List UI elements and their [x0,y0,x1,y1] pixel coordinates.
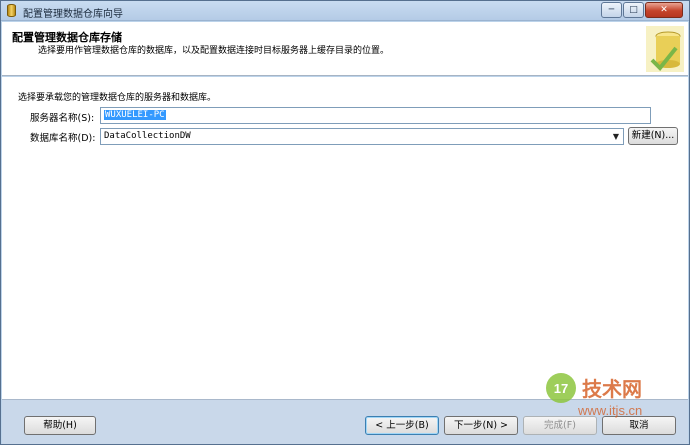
close-button[interactable]: ✕ [645,2,683,18]
title-bar[interactable]: 配置管理数据仓库向导 ─ □ ✕ [1,1,689,21]
chevron-down-icon[interactable]: ▼ [609,129,623,144]
instruction-text: 选择要承载您的管理数据仓库的服务器和数据库。 [18,93,217,103]
page-subtitle: 选择要用作管理数据仓库的数据库，以及配置数据连接时目标服务器上缓存目录的位置。 [38,46,390,56]
server-name-label: 服务器名称(S): [30,113,95,124]
database-name-value: DataCollectionDW [104,131,191,141]
server-name-value: WUXUELEI-PC [104,110,166,120]
database-name-label: 数据库名称(D): [30,133,96,144]
wizard-window: 配置管理数据仓库向导 ─ □ ✕ 配置管理数据仓库存储 选择要用作管理数据仓库的… [0,0,690,445]
wizard-content: 选择要承载您的管理数据仓库的服务器和数据库。 服务器名称(S): WUXUELE… [2,77,688,399]
minimize-icon: ─ [608,4,615,15]
database-icon [7,4,16,17]
caption-buttons: ─ □ ✕ [600,2,683,18]
database-banner-icon [646,26,684,72]
finish-button[interactable]: 完成(F) [523,416,597,435]
wizard-header: 配置管理数据仓库存储 选择要用作管理数据仓库的数据库，以及配置数据连接时目标服务… [2,22,688,76]
window-title: 配置管理数据仓库向导 [23,9,123,20]
server-name-input[interactable]: WUXUELEI-PC [100,107,651,124]
minimize-button[interactable]: ─ [601,2,622,18]
back-button[interactable]: < 上一步(B) [365,416,439,435]
help-button[interactable]: 帮助(H) [24,416,96,435]
wizard-footer: 帮助(H) < 上一步(B) 下一步(N) > 完成(F) 取消 [2,399,688,444]
next-button[interactable]: 下一步(N) > [444,416,518,435]
close-icon: ✕ [660,4,668,15]
cancel-button[interactable]: 取消 [602,416,676,435]
database-name-select[interactable]: DataCollectionDW ▼ [100,128,624,145]
new-database-button[interactable]: 新建(N)... [628,127,678,145]
maximize-button[interactable]: □ [623,2,644,18]
maximize-icon: □ [629,4,638,15]
